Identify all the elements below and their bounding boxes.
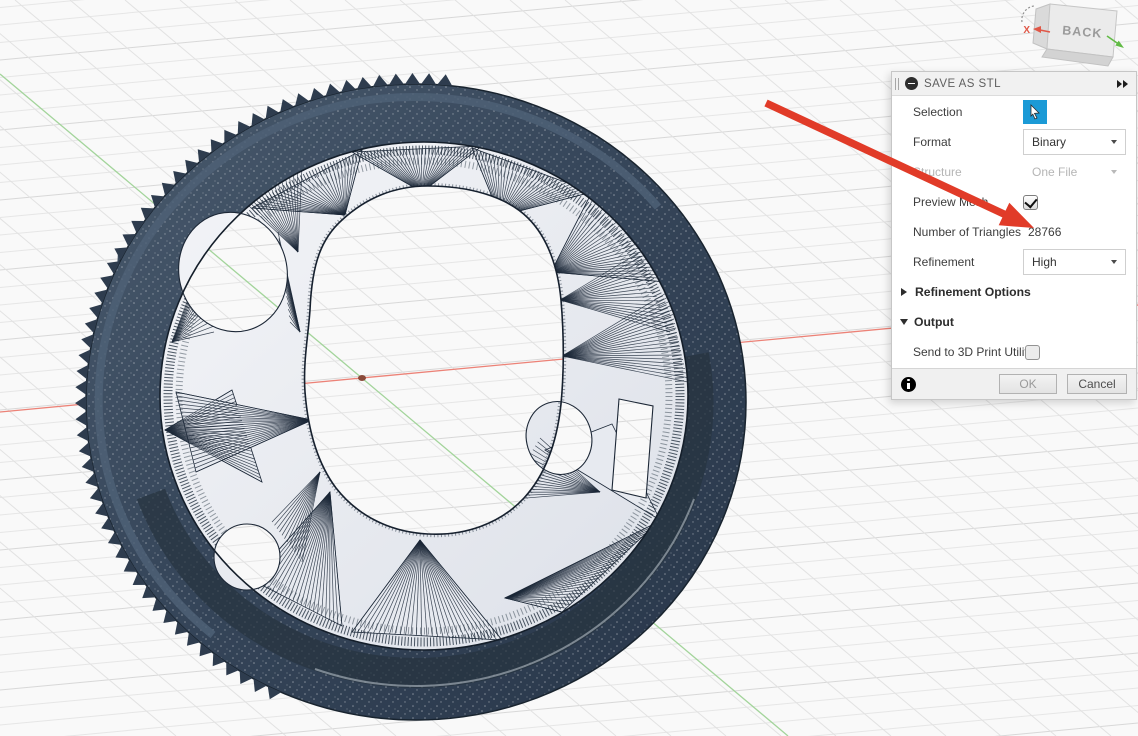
- structure-dropdown: One File: [1023, 159, 1126, 185]
- caret-down-icon: [1111, 260, 1117, 264]
- format-label: Format: [913, 135, 952, 149]
- row-format: Format Binary: [892, 127, 1136, 157]
- section-refinement-options[interactable]: Refinement Options: [892, 277, 1136, 307]
- row-send-to-3d-print: Send to 3D Print Utility: [892, 337, 1136, 367]
- structure-label: Structure: [913, 165, 962, 179]
- preview-mesh-checkbox[interactable]: [1023, 194, 1038, 210]
- format-dropdown[interactable]: Binary: [1023, 129, 1126, 155]
- collapse-dialog-icon[interactable]: [905, 77, 918, 90]
- chevron-right-icon: [901, 288, 907, 296]
- send-to-3d-checkbox[interactable]: [1025, 344, 1040, 360]
- expand-panel-icon[interactable]: [1117, 79, 1128, 88]
- refinement-label: Refinement: [913, 255, 975, 269]
- selection-label: Selection: [913, 105, 963, 119]
- section-output[interactable]: Output: [892, 307, 1136, 337]
- view-cube[interactable]: BACKX: [1021, 3, 1124, 67]
- save-as-stl-dialog: SAVE AS STL Selection Format Binary Stru…: [891, 71, 1137, 400]
- triangles-value: 28766: [1028, 225, 1062, 239]
- dialog-footer: OK Cancel: [892, 368, 1136, 399]
- triangles-label: Number of Triangles: [913, 225, 1022, 239]
- checkmark-icon: [1024, 195, 1038, 209]
- selection-button[interactable]: [1023, 100, 1047, 124]
- format-value: Binary: [1032, 135, 1067, 149]
- mesh-model[interactable]: [75, 73, 747, 721]
- info-icon[interactable]: [901, 376, 916, 392]
- row-preview-mesh: Preview Mesh: [892, 187, 1136, 217]
- caret-down-icon: [1111, 170, 1117, 174]
- dialog-header[interactable]: SAVE AS STL: [892, 72, 1136, 96]
- caret-down-icon: [1111, 140, 1117, 144]
- row-structure: Structure One File: [892, 157, 1136, 187]
- drag-grip-icon[interactable]: [895, 77, 899, 90]
- chevron-down-icon: [900, 319, 908, 325]
- send-to-3d-label: Send to 3D Print Utility: [913, 345, 1025, 359]
- ok-button[interactable]: OK: [999, 374, 1057, 394]
- row-refinement: Refinement High: [892, 247, 1136, 277]
- cancel-button[interactable]: Cancel: [1067, 374, 1127, 394]
- refinement-value: High: [1032, 255, 1057, 269]
- structure-value: One File: [1032, 165, 1078, 179]
- row-number-of-triangles: Number of Triangles 28766: [892, 217, 1136, 247]
- row-selection: Selection: [892, 97, 1136, 127]
- preview-mesh-label: Preview Mesh: [913, 195, 989, 209]
- axis-x-label: X: [1023, 25, 1030, 36]
- refinement-dropdown[interactable]: High: [1023, 249, 1126, 275]
- dialog-title: SAVE AS STL: [924, 77, 1001, 90]
- cursor-icon: [1030, 104, 1040, 120]
